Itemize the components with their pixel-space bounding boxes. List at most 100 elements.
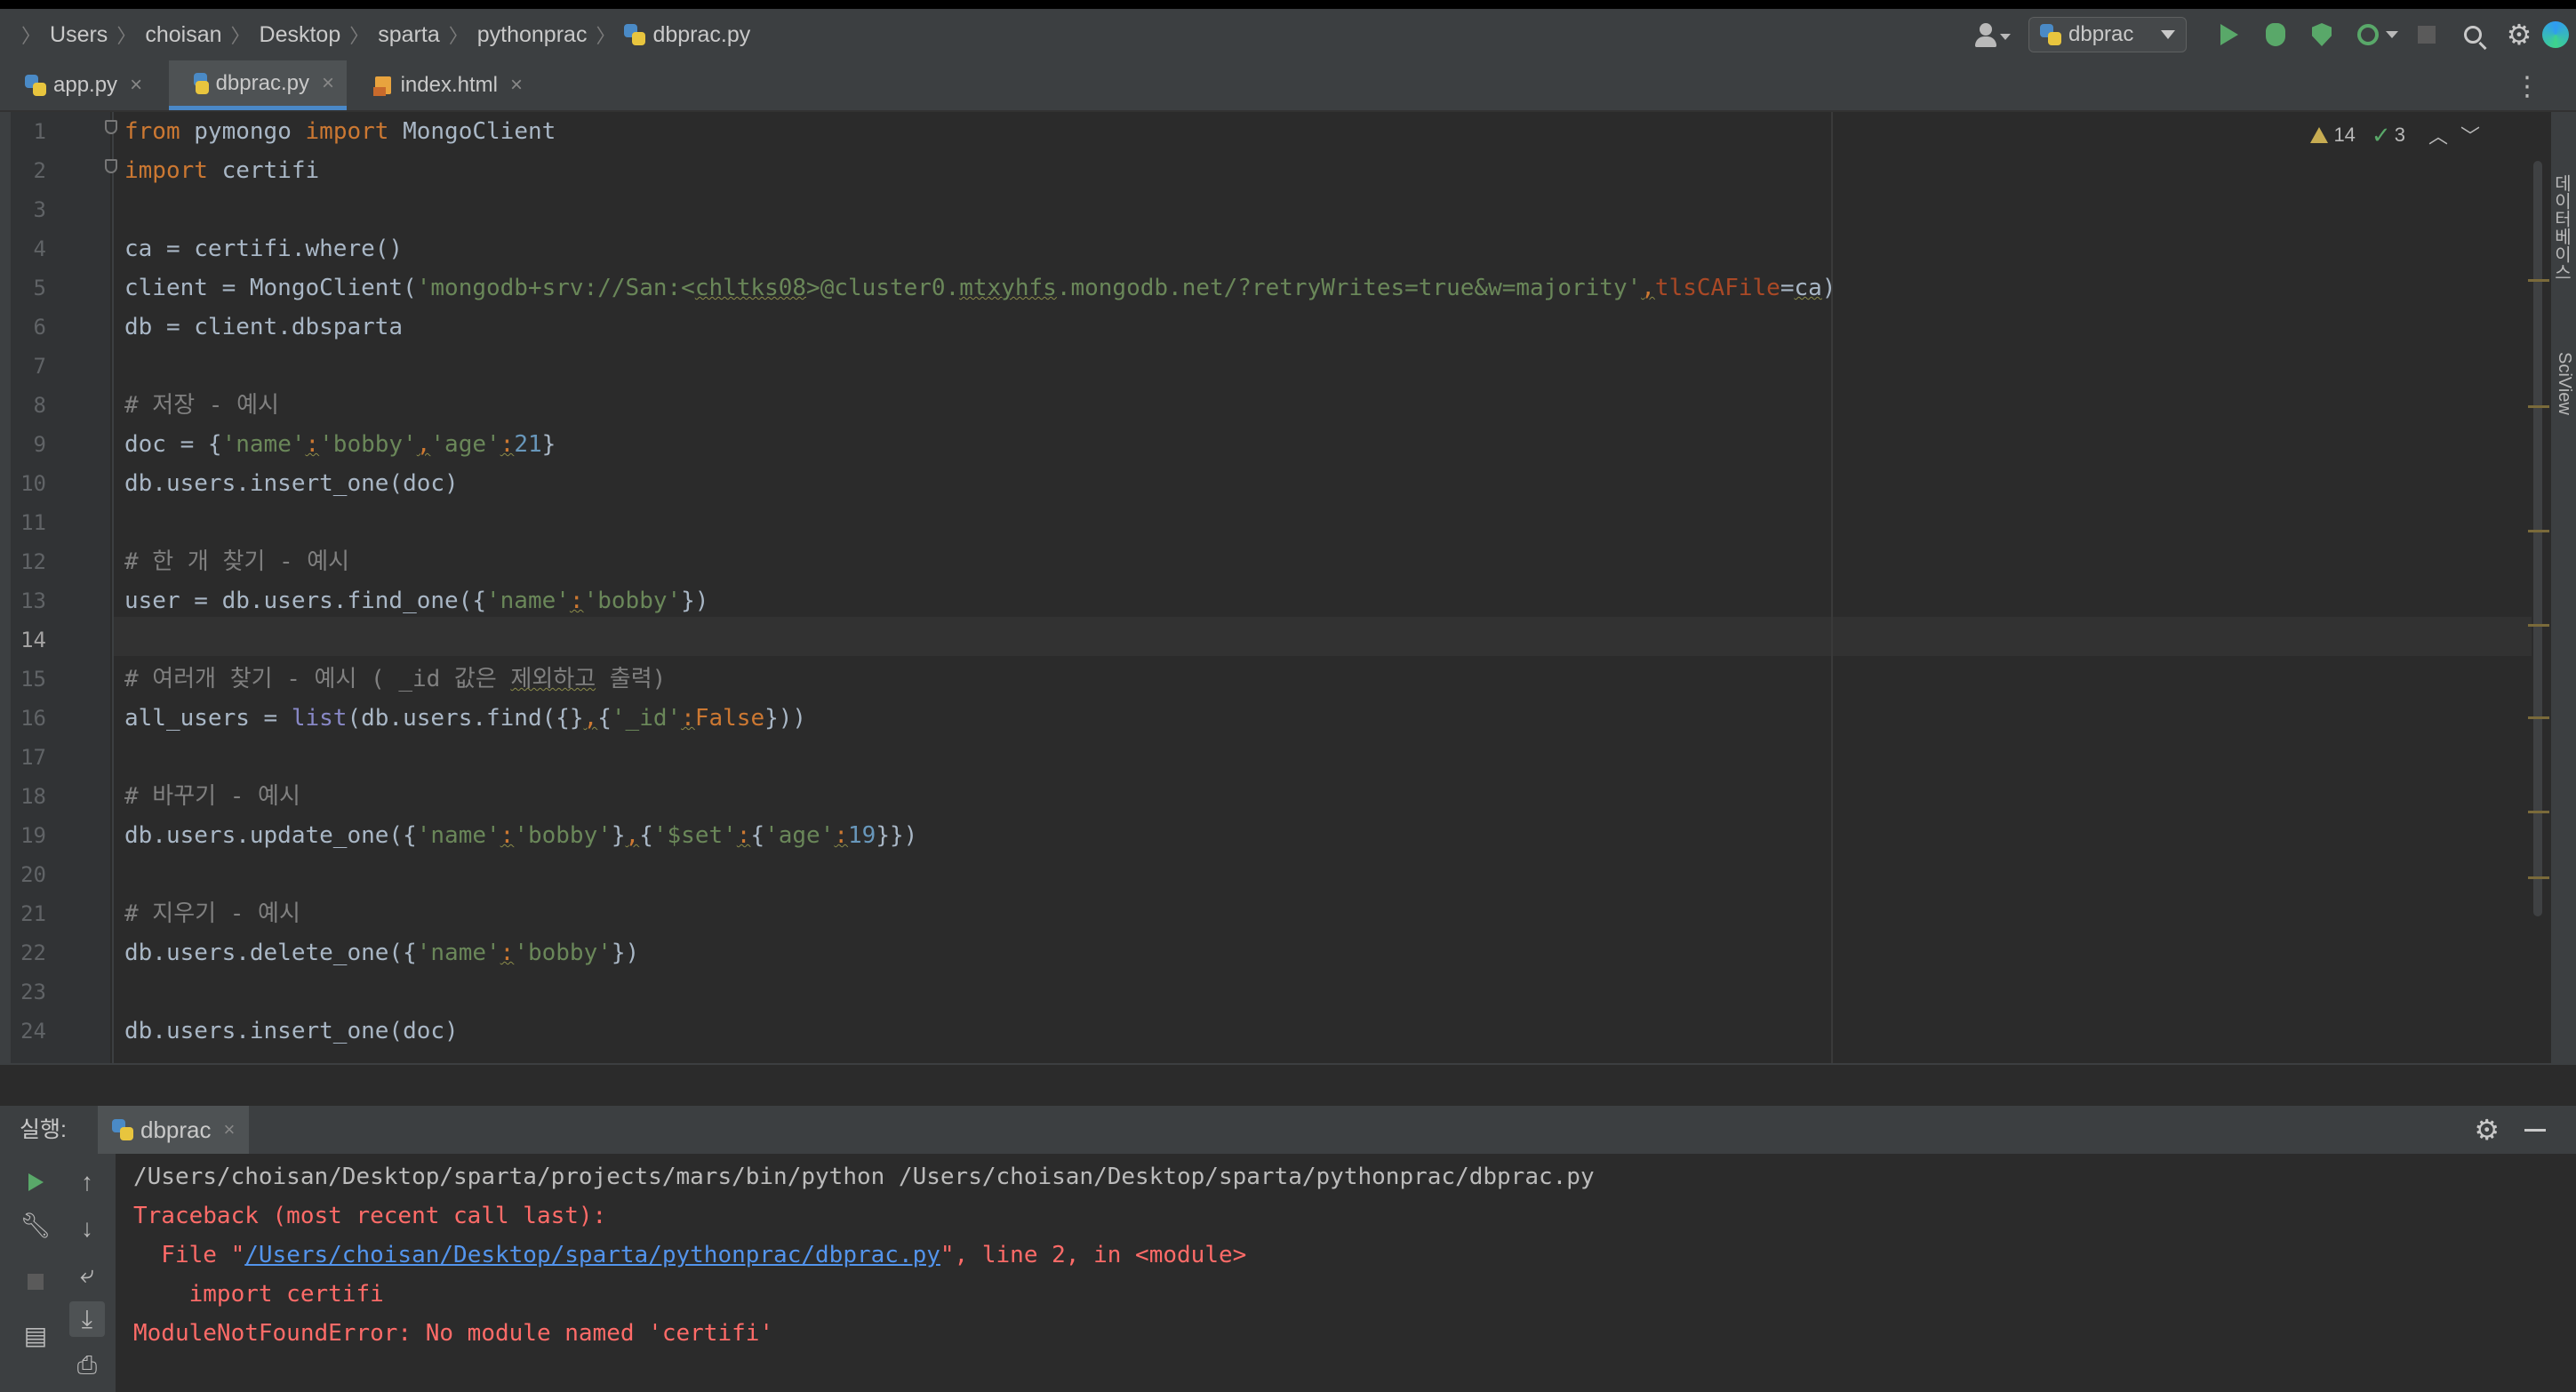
search-everywhere-button[interactable] <box>2455 17 2491 52</box>
account-icon[interactable] <box>1973 21 2011 48</box>
code-text: ) <box>1821 275 1836 301</box>
close-icon[interactable]: × <box>510 73 523 98</box>
layout-button[interactable]: ▤ <box>18 1317 53 1353</box>
code-line-22[interactable]: db.users.delete_one({'name':'bobby'}) <box>124 933 639 972</box>
line-number-current: 14 <box>20 628 46 652</box>
code-line-1[interactable]: from pymongo import MongoClient <box>124 112 556 151</box>
close-icon[interactable]: × <box>130 73 142 98</box>
current-line-highlight <box>114 617 2532 656</box>
chevron-up-icon[interactable]: ︿ <box>2428 121 2448 149</box>
code-text: client = MongoClient( <box>124 275 417 301</box>
code-line-19[interactable]: db.users.update_one({'name':'bobby'},{'$… <box>124 816 917 855</box>
tab-app-py[interactable]: app.py × <box>0 60 167 110</box>
arrow-down-icon: ↓ <box>81 1214 93 1242</box>
code-line-10[interactable]: db.users.insert_one(doc) <box>124 464 459 503</box>
line-number: 19 <box>20 823 46 848</box>
coverage-button[interactable] <box>2304 17 2340 52</box>
run-configuration-dropdown[interactable]: dbprac <box>2028 17 2187 52</box>
comment: 제외하고 <box>510 666 596 692</box>
breadcrumb-choisan[interactable]: choisan <box>145 22 221 48</box>
close-icon[interactable]: × <box>322 71 334 96</box>
print-button[interactable]: ⎙ <box>69 1348 105 1383</box>
code-text: doc = { <box>124 431 222 458</box>
comment: # 바꾸기 - 예시 <box>124 783 300 810</box>
tab-dbprac-py[interactable]: dbprac.py × <box>169 60 347 110</box>
line-number: 10 <box>20 471 46 496</box>
chevron-down-icon[interactable]: ﹀ <box>2460 121 2480 149</box>
number-literal: 21 <box>514 431 542 458</box>
breadcrumb-users[interactable]: Users <box>50 22 108 48</box>
keyword: import <box>124 157 208 184</box>
breadcrumb-sparta[interactable]: sparta <box>378 22 439 48</box>
assistant-icon[interactable] <box>2542 21 2569 48</box>
code-line-16[interactable]: all_users = list(db.users.find({},{'_id'… <box>124 699 806 738</box>
tab-index-html[interactable]: index.html × <box>348 60 535 110</box>
run-configuration-label: dbprac <box>2068 22 2134 46</box>
breadcrumb-separator: 〉 <box>116 25 137 47</box>
debug-button[interactable] <box>2258 17 2293 52</box>
code-line-9[interactable]: doc = {'name':'bobby','age':21} <box>124 425 556 464</box>
close-icon[interactable]: × <box>224 1118 236 1141</box>
window-top-strip <box>0 0 2576 9</box>
scroll-down-button[interactable]: ↓ <box>69 1211 105 1246</box>
string-literal: 'name' <box>416 822 500 849</box>
code-line-6[interactable]: db = client.dbsparta <box>124 308 403 347</box>
panel-splitter[interactable] <box>0 1065 2576 1106</box>
breadcrumb-separator: 〉 <box>230 25 251 47</box>
code-editor[interactable]: 1 2 3 4 5 6 7 8 9 10 11 12 13 14 15 16 1… <box>0 112 2576 1063</box>
sciview-panel-button[interactable]: SciView <box>2554 352 2574 415</box>
breadcrumb-file[interactable]: dbprac.py <box>624 22 750 48</box>
database-panel-button[interactable]: 데이터베이스 <box>2548 174 2574 281</box>
string-literal: mtxyhfs <box>959 275 1057 301</box>
edit-configuration-button[interactable]: 🔧︎ <box>18 1207 53 1243</box>
soft-wrap-button[interactable]: ⤶ <box>69 1257 105 1292</box>
line-number: 24 <box>20 1019 46 1044</box>
stop-run-button[interactable] <box>18 1264 53 1300</box>
navigation-bar: 〉 Users 〉 choisan 〉 Desktop 〉 sparta 〉 p… <box>0 9 2576 62</box>
settings-button[interactable]: ⚙ <box>2501 17 2537 52</box>
inspection-widget[interactable]: 14 ✓ 3 ︿ ﹀ <box>2310 121 2480 149</box>
breadcrumb-pythonprac[interactable]: pythonprac <box>477 22 588 48</box>
minimize-icon[interactable] <box>2524 1129 2546 1132</box>
run-tab-dbprac[interactable]: dbprac × <box>98 1106 250 1154</box>
tab-label: dbprac.py <box>215 70 309 95</box>
more-run-options-icon[interactable] <box>2386 31 2398 38</box>
console-file-link[interactable]: /Users/choisan/Desktop/sparta/pythonprac… <box>244 1242 940 1268</box>
code-line-15[interactable]: # 여러개 찾기 - 예시 ( _id 값은 제외하고 출력) <box>124 660 666 699</box>
editor-scrollbar[interactable] <box>2533 161 2542 916</box>
gear-icon: ⚙ <box>2506 19 2532 51</box>
scroll-to-end-button[interactable]: ⤓ <box>69 1301 105 1337</box>
fold-marker-icon[interactable] <box>105 159 117 173</box>
wrench-icon: 🔧︎ <box>20 1211 52 1239</box>
code-line-13[interactable]: user = db.users.find_one({'name':'bobby'… <box>124 581 708 620</box>
code-line-5[interactable]: client = MongoClient('mongodb+srv://San:… <box>124 268 1836 308</box>
code-line-2[interactable]: import certifi <box>124 151 319 190</box>
scroll-up-button[interactable]: ↑ <box>69 1164 105 1200</box>
punctuation: : <box>569 588 584 614</box>
profile-button[interactable] <box>2350 17 2386 52</box>
code-line-21[interactable]: # 지우기 - 예시 <box>124 894 300 933</box>
code-text: (db.users.find({} <box>347 705 584 732</box>
run-console[interactable]: /Users/choisan/Desktop/sparta/projects/m… <box>116 1154 2576 1392</box>
rerun-button[interactable] <box>18 1164 53 1200</box>
code-line-8[interactable]: # 저장 - 예시 <box>124 386 279 425</box>
run-button[interactable] <box>2212 17 2247 52</box>
punctuation: , <box>1641 275 1655 301</box>
string-literal: 'name' <box>221 431 306 458</box>
code-line-12[interactable]: # 한 개 찾기 - 예시 <box>124 542 349 581</box>
python-file-icon <box>112 1119 133 1140</box>
console-file-line: File "/Users/choisan/Desktop/sparta/pyth… <box>133 1236 1246 1275</box>
bug-icon <box>2266 23 2285 46</box>
fold-marker-icon[interactable] <box>105 120 117 134</box>
code-line-24[interactable]: db.users.insert_one(doc) <box>124 1012 459 1051</box>
more-vertical-icon[interactable]: ⋮ <box>2514 71 2540 102</box>
line-number: 4 <box>33 236 46 261</box>
stop-button[interactable] <box>2409 17 2444 52</box>
number-literal: 19 <box>848 822 876 849</box>
code-text: { <box>750 822 765 849</box>
line-number: 12 <box>20 549 46 574</box>
gear-icon[interactable]: ⚙ <box>2474 1113 2500 1147</box>
breadcrumb-desktop[interactable]: Desktop <box>260 22 341 48</box>
code-line-18[interactable]: # 바꾸기 - 예시 <box>124 777 300 816</box>
code-line-4[interactable]: ca = certifi.where() <box>124 229 403 268</box>
